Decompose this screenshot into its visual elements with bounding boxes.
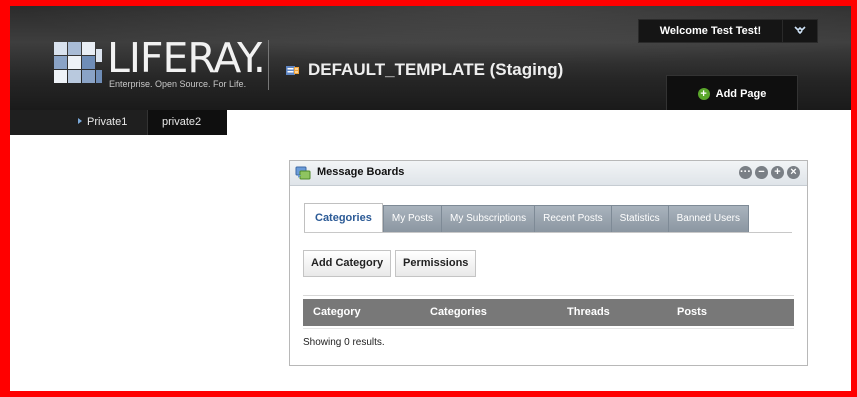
options-icon[interactable]: ··· bbox=[739, 166, 752, 179]
nav-item-label: private2 bbox=[162, 116, 202, 128]
tab-statistics[interactable]: Statistics bbox=[611, 205, 669, 233]
portlet-title: Message Boards bbox=[317, 166, 405, 178]
column-header-posts[interactable]: Posts bbox=[677, 299, 707, 326]
logo-grid-icon bbox=[54, 42, 102, 90]
message-boards-icon bbox=[295, 165, 312, 181]
add-category-button[interactable]: Add Category bbox=[303, 250, 392, 277]
welcome-button[interactable]: Welcome Test Test! bbox=[638, 19, 783, 43]
site-header: LIFERAY. Enterprise. Open Source. For Li… bbox=[10, 6, 851, 111]
tab-banned-users[interactable]: Banned Users bbox=[668, 205, 749, 233]
tab-categories[interactable]: Categories bbox=[304, 203, 383, 233]
permissions-button[interactable]: Permissions bbox=[395, 250, 477, 277]
navigation-bar: Private1 private2 bbox=[10, 110, 851, 138]
portlet-tabs: Categories My Posts My Subscriptions Rec… bbox=[304, 203, 749, 233]
tab-recent-posts[interactable]: Recent Posts bbox=[535, 205, 612, 233]
header-divider bbox=[268, 40, 269, 90]
chevron-down-icon bbox=[794, 25, 806, 37]
tab-my-subscriptions[interactable]: My Subscriptions bbox=[441, 205, 536, 233]
arrow-right-icon bbox=[78, 118, 82, 125]
minimize-icon[interactable]: − bbox=[755, 166, 768, 179]
tab-my-posts[interactable]: My Posts bbox=[382, 205, 442, 233]
close-icon[interactable]: × bbox=[787, 166, 800, 179]
logo-wordmark: LIFERAY. bbox=[107, 34, 266, 82]
portlet-title-bar[interactable]: Message Boards ··· − + × bbox=[290, 161, 807, 186]
nav-item-private2[interactable]: private2 bbox=[148, 110, 227, 135]
liferay-logo[interactable]: LIFERAY. Enterprise. Open Source. For Li… bbox=[54, 34, 269, 90]
add-icon: + bbox=[697, 87, 710, 100]
results-count: Showing 0 results. bbox=[303, 337, 385, 348]
maximize-icon[interactable]: + bbox=[771, 166, 784, 179]
column-header-categories[interactable]: Categories bbox=[430, 299, 487, 326]
page: LIFERAY. Enterprise. Open Source. For Li… bbox=[10, 6, 851, 391]
table-header-row: Category Categories Threads Posts bbox=[303, 299, 794, 326]
welcome-label: Welcome Test Test! bbox=[659, 25, 762, 37]
dockbar-dropdown-button[interactable] bbox=[782, 19, 818, 43]
add-page-label: Add Page bbox=[715, 87, 767, 100]
divider bbox=[303, 295, 794, 296]
logo-tagline: Enterprise. Open Source. For Life. bbox=[109, 79, 247, 89]
nav-item-label: Private1 bbox=[87, 116, 128, 128]
add-page-button[interactable]: + Add Page bbox=[666, 75, 798, 111]
site-title-text: DEFAULT_TEMPLATE (Staging) bbox=[308, 60, 564, 79]
message-boards-portlet: Message Boards ··· − + × Categories My P… bbox=[289, 160, 808, 366]
column-header-category[interactable]: Category bbox=[313, 299, 361, 326]
staging-icon bbox=[286, 64, 300, 77]
nav-item-private1[interactable]: Private1 bbox=[10, 110, 147, 135]
site-title: DEFAULT_TEMPLATE (Staging) bbox=[286, 60, 563, 80]
column-header-threads[interactable]: Threads bbox=[567, 299, 610, 326]
